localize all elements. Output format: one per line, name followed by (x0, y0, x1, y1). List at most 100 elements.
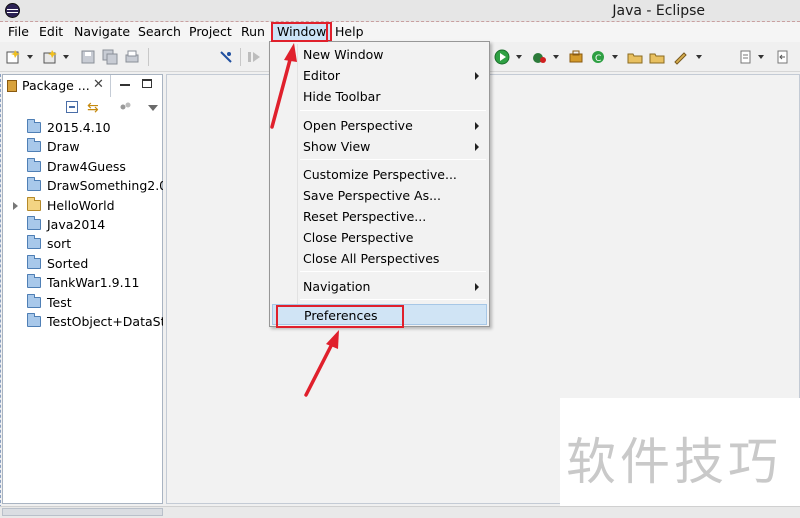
menu-item-customize-perspective[interactable]: Customize Perspective... (272, 164, 487, 185)
folder-icon (27, 216, 41, 230)
tree-item-label: DrawSomething2.0 (47, 178, 163, 194)
tree-item[interactable]: sort (3, 235, 163, 254)
external-tools-icon[interactable] (568, 49, 584, 65)
link-with-editor-icon[interactable]: ⇆ (87, 100, 99, 116)
package-explorer-tab-label: Package ... (22, 78, 90, 93)
run-dropdown-icon[interactable] (516, 55, 522, 59)
menu-run[interactable]: Run (237, 24, 269, 41)
open-type-icon[interactable] (627, 49, 643, 65)
package-explorer-tab[interactable]: Package ... ✕ (3, 75, 111, 97)
back-icon[interactable] (775, 49, 791, 65)
maximize-icon[interactable] (142, 79, 152, 88)
tree-item-label: Sorted (47, 255, 89, 271)
skip-breakpoints-icon[interactable] (218, 49, 234, 65)
package-explorer-toolbar: ⇆ (3, 97, 162, 119)
submenu-arrow-icon (475, 143, 479, 151)
watermark-text: 软件技巧 (566, 433, 782, 491)
menu-item-save-perspective-as[interactable]: Save Perspective As... (272, 185, 487, 206)
tree-item-label: TankWar1.9.11 (47, 275, 140, 291)
package-explorer-view: Package ... ✕ ⇆ 2015.4.10 Draw Draw4Guess D… (2, 74, 163, 504)
new-icon[interactable] (5, 49, 21, 65)
new-class-dropdown-icon[interactable] (612, 55, 618, 59)
tree-item[interactable]: Draw (3, 138, 163, 157)
menu-item-label: New Window (303, 47, 384, 62)
menu-item-label: Hide Toolbar (303, 89, 381, 104)
menu-item-label: Close Perspective (303, 230, 414, 245)
menu-item-hide-toolbar[interactable]: Hide Toolbar (272, 86, 487, 107)
menu-item-label: Navigation (303, 279, 371, 294)
folder-icon (27, 274, 41, 289)
menu-item-editor[interactable]: Editor (272, 65, 487, 86)
menu-edit[interactable]: Edit (35, 24, 67, 41)
pen-dropdown-icon[interactable] (696, 55, 702, 59)
tree-item[interactable]: Draw4Guess (3, 157, 163, 177)
view-menu-icon[interactable] (148, 105, 158, 111)
menu-navigate[interactable]: Navigate (70, 24, 134, 41)
print-icon[interactable] (124, 49, 140, 65)
menu-item-close-perspective[interactable]: Close Perspective (272, 227, 487, 248)
collapse-all-icon[interactable] (66, 101, 78, 113)
save-icon[interactable] (80, 49, 96, 65)
tree-item-label: TestObject+DataStre (47, 314, 163, 329)
window-title: Java - Eclipse (612, 3, 705, 19)
submenu-arrow-icon (475, 283, 479, 291)
debug-icon[interactable] (531, 49, 547, 65)
close-icon[interactable]: ✕ (93, 77, 104, 92)
menu-item-reset-perspective[interactable]: Reset Perspective... (272, 206, 487, 227)
title-bar: Java - Eclipse (0, 0, 800, 22)
menu-help[interactable]: Help (331, 24, 368, 41)
tree-item[interactable]: HelloWorld (3, 196, 163, 216)
open-folder-icon[interactable] (649, 49, 665, 65)
menu-separator (300, 299, 486, 300)
preferences-highlight-box (276, 305, 404, 328)
menu-project[interactable]: Project (185, 24, 236, 41)
annotation-dropdown-icon[interactable] (758, 55, 764, 59)
tree-item[interactable]: Java2014 (3, 216, 163, 235)
new-project-icon[interactable] (42, 49, 58, 65)
folder-icon (27, 313, 41, 327)
menu-search[interactable]: Search (134, 24, 185, 41)
minimize-icon[interactable] (120, 84, 130, 86)
window-menu-dropdown: New Window Editor Hide Toolbar Open Perspec… (269, 41, 490, 327)
filter-icon[interactable] (120, 102, 132, 112)
menu-item-navigation[interactable]: Navigation (272, 276, 487, 297)
menu-file[interactable]: File (4, 24, 33, 41)
menu-separator (300, 159, 486, 160)
package-explorer-tabbar: Package ... ✕ (3, 75, 162, 97)
new-dropdown-icon[interactable] (27, 55, 33, 59)
menu-item-new-window[interactable]: New Window (272, 44, 487, 65)
menu-item-show-view[interactable]: Show View (272, 136, 487, 157)
folder-icon (27, 177, 41, 192)
tree-item[interactable]: Test (3, 293, 163, 313)
folder-icon (27, 235, 41, 250)
tree-item-label: Java2014 (47, 217, 106, 232)
menu-item-label: Customize Perspective... (303, 167, 457, 182)
menu-item-open-perspective[interactable]: Open Perspective (272, 115, 487, 136)
folder-icon (27, 293, 41, 308)
menu-separator (300, 110, 486, 111)
menu-item-label: Open Perspective (303, 118, 413, 133)
tree-item[interactable]: DrawSomething2.0 (3, 177, 163, 196)
menu-item-close-all-perspectives[interactable]: Close All Perspectives (272, 248, 487, 269)
tree-item-label: Test (47, 294, 72, 310)
svg-text:C: C (595, 54, 601, 64)
tree-item[interactable]: TestObject+DataStre (3, 313, 163, 332)
debug-dropdown-icon[interactable] (553, 55, 559, 59)
resume-icon[interactable] (246, 49, 262, 65)
new-project-dropdown-icon[interactable] (63, 55, 69, 59)
menu-bar: File Edit Navigate Search Project Run Wi… (0, 22, 800, 42)
run-icon[interactable] (494, 49, 510, 65)
save-all-icon[interactable] (102, 49, 118, 65)
annotation-nav-icon[interactable] (738, 49, 754, 65)
folder-icon (27, 254, 41, 269)
expand-arrow-icon[interactable] (13, 201, 18, 210)
new-java-class-icon[interactable]: C (590, 49, 606, 65)
menu-item-label: Reset Perspective... (303, 209, 427, 224)
tree-item[interactable]: Sorted (3, 254, 163, 274)
eclipse-app-icon[interactable] (5, 3, 20, 18)
tree-item-label: Draw4Guess (47, 158, 126, 174)
menu-item-label: Show View (303, 139, 371, 154)
pen-icon[interactable] (672, 49, 688, 65)
tree-item[interactable]: TankWar1.9.11 (3, 274, 163, 293)
tree-item[interactable]: 2015.4.10 (3, 119, 163, 138)
